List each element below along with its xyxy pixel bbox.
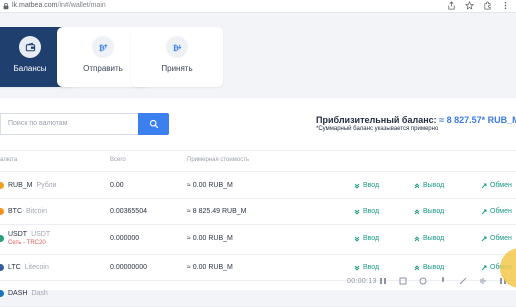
receive-label: Принять [161, 64, 193, 73]
column-approx-value: Примерная стоимость [187, 157, 250, 163]
currency-search-input[interactable]: Поиск по валютам [0, 113, 138, 135]
withdraw-button[interactable]: Вывод [414, 264, 444, 271]
column-currency: алюта [0, 157, 18, 163]
coin-ticker: DASH [8, 290, 28, 297]
deposit-button[interactable]: Ввод [354, 182, 379, 189]
coin-approx-value: ≈ 0.00 RUB_M [187, 182, 233, 189]
url-text[interactable]: lk.matbea.com/in#/wallet/main [12, 1, 106, 11]
svg-text:₿: ₿ [172, 43, 178, 52]
browser-address-bar[interactable]: lk.matbea.com/in#/wallet/main [0, 0, 516, 13]
wallet-icon [19, 36, 41, 58]
coin-ticker: USDT [8, 231, 28, 238]
extensions-icon[interactable] [483, 1, 492, 10]
double-chevron-up-icon [414, 264, 420, 270]
pause-icon[interactable] [378, 276, 388, 286]
coin-total: 0.00 [110, 182, 124, 189]
exchange-icon [481, 236, 487, 241]
double-chevron-down-icon [354, 236, 360, 242]
svg-text:₿: ₿ [98, 43, 104, 52]
audio-icon[interactable] [478, 276, 488, 286]
coin-icon [0, 290, 4, 297]
deposit-button[interactable]: Ввод [354, 208, 379, 215]
coin-total: 0.000000 [110, 235, 140, 242]
table-header: алюта Всего Примерная стоимость [0, 150, 516, 172]
withdraw-button[interactable]: Вывод [414, 208, 444, 215]
coin-name: Рубли [36, 182, 57, 189]
coin-approx-value: ≈ 0.00 RUB_M [187, 235, 233, 242]
withdraw-button[interactable]: Вывод [414, 235, 444, 242]
coin-approx-value: ≈ 0.00 RUB_M [187, 264, 233, 271]
exchange-button[interactable]: Обмен [481, 235, 512, 242]
video-timecode: 00:00:13 [347, 278, 377, 285]
approx-balance-title: Приблизительный баланс: ≈ 8 827.57* RUB_… [316, 115, 516, 125]
search-icon [149, 119, 158, 129]
coin-icon [0, 235, 4, 242]
exchange-icon [481, 265, 487, 270]
table-row: USDT USDT Сеть - TRC20 0.000000 ≈ 0.00 RU… [0, 225, 516, 255]
double-chevron-up-icon [414, 235, 420, 241]
deposit-button[interactable]: Ввод [354, 235, 379, 242]
column-total: Всего [110, 157, 126, 163]
camera-icon[interactable] [418, 276, 428, 286]
coin-total: 0.00365504 [110, 208, 147, 215]
coin-ticker: RUB_M [8, 182, 33, 189]
exchange-button[interactable]: Обмен [481, 208, 512, 215]
receive-card-button[interactable]: ₿ Принять [131, 27, 223, 87]
coin-approx-value: ≈ 8 825.49 RUB_M [187, 208, 247, 215]
coin-name: Litecoin [24, 264, 49, 271]
coin-icon [0, 182, 4, 189]
double-chevron-up-icon [414, 182, 420, 188]
search-placeholder: Поиск по валютам [8, 120, 68, 127]
bookmark-star-icon[interactable] [465, 1, 474, 10]
table-row: BTC Bitcoin 0.00365504 ≈ 8 825.49 RUB_M В… [0, 199, 516, 225]
withdraw-button[interactable]: Вывод [414, 182, 444, 189]
coin-name: Bitcoin [26, 208, 48, 215]
coin-ticker: BTC [8, 208, 22, 215]
lock-icon [3, 2, 9, 10]
pen-icon[interactable] [458, 276, 468, 286]
coin-name: USDT [31, 231, 51, 238]
double-chevron-down-icon [354, 265, 360, 271]
exchange-icon [481, 183, 487, 188]
double-chevron-down-icon [354, 209, 360, 215]
menu-dots-icon[interactable] [501, 1, 510, 10]
mic-icon[interactable] [438, 276, 448, 286]
deposit-button[interactable]: Ввод [354, 264, 379, 271]
double-chevron-up-icon [414, 208, 420, 214]
exchange-button[interactable]: Обмен [481, 182, 512, 189]
table-row: RUB_M Рубли 0.00 ≈ 0.00 RUB_M Ввод Вывод … [0, 173, 516, 199]
approx-balance-value: ≈ 8 827.57* RUB_M [439, 115, 516, 125]
search-button[interactable] [138, 113, 169, 135]
share-icon[interactable] [447, 1, 456, 10]
coin-name: Dash [31, 290, 48, 297]
coin-ticker: LTC [8, 264, 21, 271]
double-chevron-down-icon [354, 183, 360, 189]
coin-icon [0, 264, 4, 271]
receive-bitcoin-icon: ₿ [166, 36, 188, 58]
approx-balance-note: *Суммарный баланс указывается примерно [316, 126, 439, 132]
coin-icon [0, 208, 4, 215]
stop-icon[interactable] [398, 276, 408, 286]
send-bitcoin-icon: ₿ [92, 36, 114, 58]
exchange-icon [481, 209, 487, 214]
coin-total: 0.00000000 [110, 264, 147, 271]
wallet-panel: Поиск по валютам Приблизительный баланс:… [0, 98, 516, 307]
coin-network: Сеть - TRC20 [8, 240, 46, 246]
